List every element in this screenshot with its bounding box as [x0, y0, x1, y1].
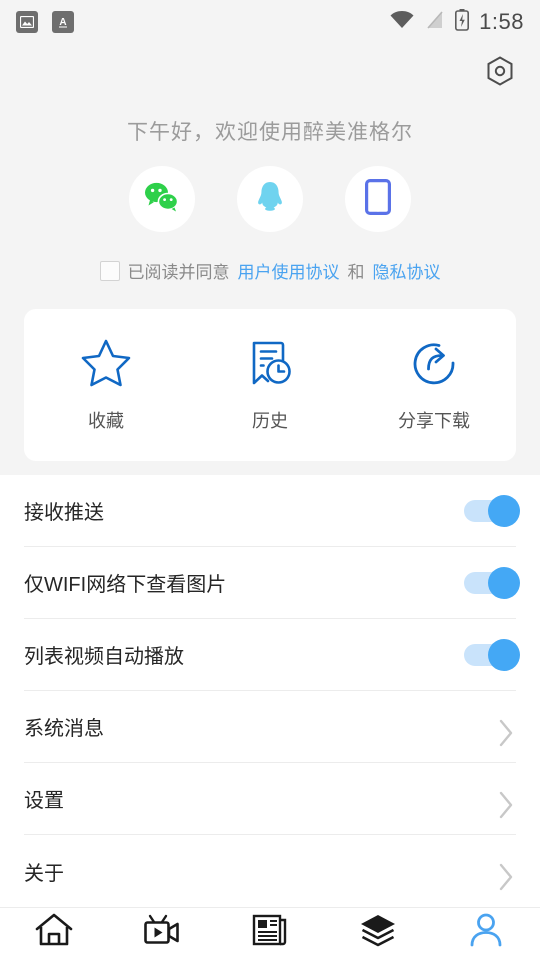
wechat-icon	[143, 181, 181, 218]
app-root: A 1:58 下午好，欢迎使用醉美准格尔 已阅读并同意 用户使用协议 和 隐私协…	[0, 0, 540, 960]
battery-charging-icon	[455, 8, 470, 36]
qq-icon	[255, 180, 285, 219]
row-label: 接收推送	[24, 502, 104, 524]
wifi-icon	[389, 10, 415, 35]
agreement-conjunction: 和	[347, 263, 365, 282]
chevron-right-icon	[496, 789, 516, 818]
shortcut-share-download[interactable]: 分享下载	[352, 338, 516, 433]
history-icon	[245, 338, 295, 393]
svg-text:A: A	[59, 17, 66, 28]
toggle-thumb	[488, 494, 520, 527]
tab-label: 首页	[38, 957, 70, 960]
tab-label: 视听	[146, 957, 178, 960]
agreement-checkbox[interactable]	[99, 260, 120, 281]
status-bar: A 1:58	[0, 0, 540, 44]
toggle-video-autoplay[interactable]	[464, 638, 520, 671]
tab-label: 电子报	[246, 957, 294, 960]
shortcut-card: 收藏 历史 分享下载	[24, 309, 516, 461]
toggle-push-notifications[interactable]	[464, 494, 520, 527]
chevron-right-icon	[496, 717, 516, 746]
setting-row-video-autoplay[interactable]: 列表视频自动播放	[24, 619, 520, 691]
agreement-prefix: 已阅读并同意	[127, 263, 230, 282]
layers-icon	[359, 913, 397, 952]
shortcut-label: 收藏	[88, 410, 124, 431]
qq-login-button[interactable]	[237, 166, 303, 232]
tab-home[interactable]: 首页	[0, 913, 108, 960]
home-icon	[35, 913, 73, 952]
row-label: 设置	[24, 790, 64, 812]
shortcut-favorites[interactable]: 收藏	[24, 338, 188, 433]
wechat-login-button[interactable]	[129, 166, 195, 232]
setting-row-push-notifications[interactable]: 接收推送	[24, 475, 520, 547]
toggle-wifi-images[interactable]	[464, 566, 520, 599]
row-label: 系统消息	[24, 718, 104, 740]
setting-row-system-messages[interactable]: 系统消息	[24, 691, 516, 763]
star-icon	[80, 338, 132, 393]
signal-off-icon	[425, 10, 445, 35]
shortcut-history[interactable]: 历史	[188, 338, 352, 433]
phone-login-button[interactable]	[345, 166, 411, 232]
tab-epaper[interactable]: 电子报	[216, 913, 324, 960]
tab-services[interactable]: 服务	[324, 913, 432, 960]
toggle-thumb	[488, 638, 520, 671]
video-icon	[143, 913, 181, 952]
tab-label: 我的	[470, 957, 502, 960]
agreement-row[interactable]: 已阅读并同意 用户使用协议和隐私协议	[0, 258, 540, 283]
user-agreement-link[interactable]: 用户使用协议	[238, 258, 340, 283]
row-label: 列表视频自动播放	[24, 646, 184, 668]
image-icon	[16, 11, 38, 33]
login-options	[0, 166, 540, 232]
tab-label: 服务	[362, 957, 394, 960]
privacy-policy-link[interactable]: 隐私协议	[373, 258, 441, 283]
header-actions	[0, 44, 540, 98]
tab-mine[interactable]: 我的	[432, 913, 540, 960]
settings-list: 接收推送 仅WIFI网络下查看图片 列表视频自动播放 系统消息 设置 关于	[0, 475, 540, 907]
tab-video[interactable]: 视听	[108, 913, 216, 960]
greeting-text: 下午好，欢迎使用醉美准格尔	[127, 121, 413, 144]
row-label: 关于	[24, 862, 64, 885]
hex-gear-icon[interactable]	[482, 53, 518, 89]
shortcut-label: 分享下载	[398, 410, 470, 431]
setting-row-wifi-images[interactable]: 仅WIFI网络下查看图片	[24, 547, 520, 619]
profile-header: 下午好，欢迎使用醉美准格尔 已阅读并同意 用户使用协议 和 隐私协议 收藏 历史…	[0, 44, 540, 475]
a-text-icon: A	[52, 11, 74, 33]
newspaper-icon	[252, 913, 288, 952]
shortcut-label: 历史	[252, 410, 288, 431]
share-download-icon	[409, 338, 459, 393]
setting-row-about[interactable]: 关于	[24, 835, 516, 907]
status-bar-left-icons: A	[16, 11, 74, 33]
status-bar-right-icons: 1:58	[389, 8, 524, 36]
setting-row-settings[interactable]: 设置	[24, 763, 516, 835]
bottom-navigation: 首页 视听	[0, 907, 540, 960]
phone-icon	[365, 178, 391, 220]
row-label: 仅WIFI网络下查看图片	[24, 574, 227, 596]
status-bar-clock: 1:58	[479, 9, 524, 34]
person-icon	[468, 913, 504, 952]
toggle-thumb	[488, 566, 520, 599]
chevron-right-icon	[496, 861, 516, 891]
